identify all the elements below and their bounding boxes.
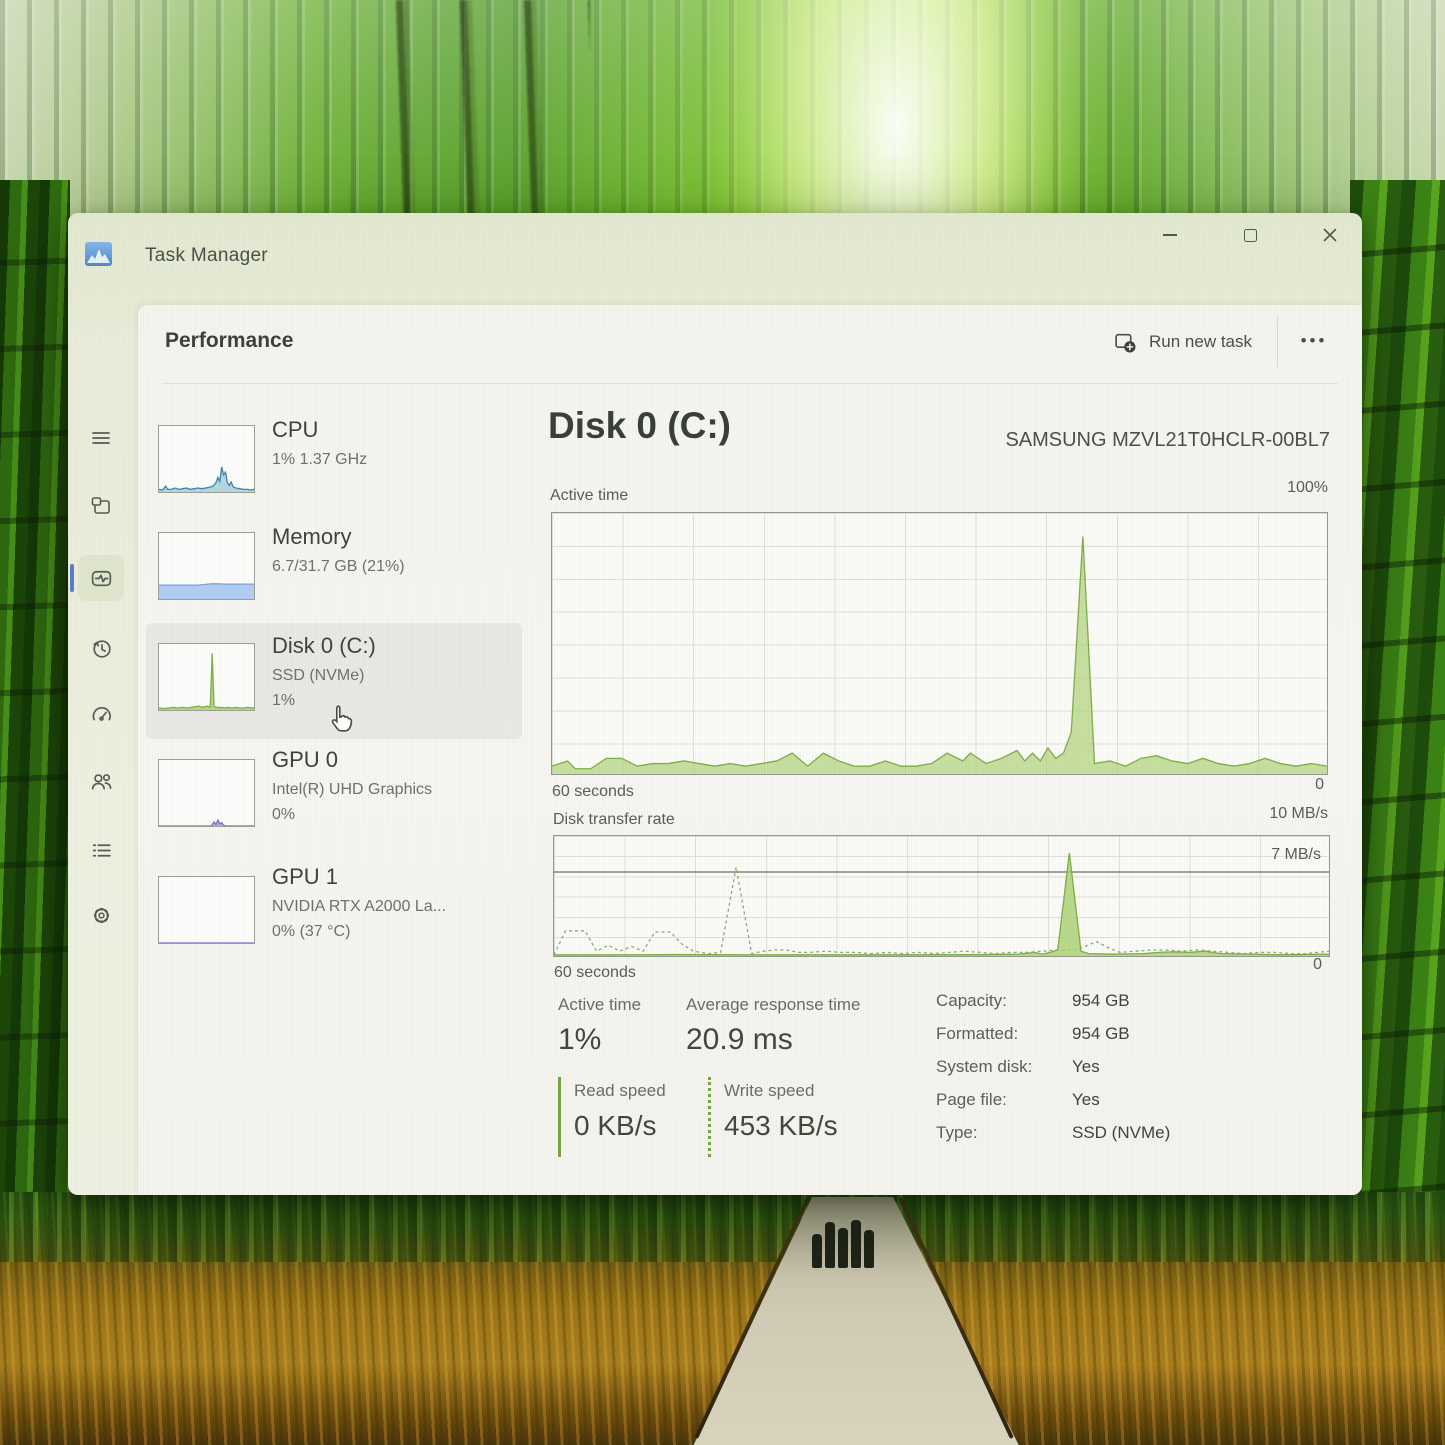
tile-title-gpu1: GPU 1	[272, 864, 446, 890]
write-speed-label: Write speed	[724, 1081, 848, 1101]
performance-icon	[89, 566, 114, 591]
sidebar-item-details[interactable]	[78, 827, 124, 873]
transfer-chart-label: Disk transfer rate	[553, 811, 675, 829]
tile-subtitle-memory: 6.7/31.7 GB (21%)	[272, 555, 405, 580]
active-x-right: 0	[1315, 776, 1324, 794]
tile-title-gpu0: GPU 0	[272, 747, 432, 773]
sidebar-item-processes[interactable]	[78, 483, 124, 529]
sidebar-item-app-history[interactable]	[78, 625, 124, 671]
details-icon	[89, 838, 114, 863]
page-title: Performance	[165, 329, 293, 353]
bamboo-right-strip	[1350, 180, 1445, 1270]
perf-tile-cpu[interactable]: CPU 1% 1.37 GHz	[146, 411, 522, 519]
sidebar-item-startup-apps[interactable]	[78, 692, 124, 738]
disk-transfer-rate-chart: 7 MB/s	[553, 835, 1330, 957]
active-time-stat-label: Active time	[558, 995, 641, 1015]
hand-cursor	[326, 703, 356, 735]
close-icon	[1322, 227, 1338, 243]
run-new-task-icon	[1113, 330, 1138, 355]
write-speed-value: 453 KB/s	[724, 1110, 848, 1142]
header-divider	[1277, 317, 1278, 367]
perf-tile-gpu1[interactable]: GPU 1 NVIDIA RTX A2000 La... 0% (37 °C)	[146, 858, 522, 966]
services-icon	[89, 903, 114, 928]
more-options-button[interactable]: •••	[1290, 321, 1338, 361]
minimize-icon	[1163, 234, 1177, 236]
transfer-ref-label: 7 MB/s	[1271, 846, 1321, 864]
sidebar-item-performance[interactable]	[78, 555, 124, 601]
task-manager-window: Task Manager	[68, 213, 1362, 1195]
processes-icon	[89, 494, 113, 518]
tile-title-disk0: Disk 0 (C:)	[272, 633, 376, 659]
active-time-chart-label: Active time	[550, 487, 628, 505]
task-manager-logo-icon	[85, 242, 112, 266]
tile-title-memory: Memory	[272, 524, 405, 550]
detail-row-type: Type:SSD (NVMe)	[936, 1123, 1170, 1156]
close-button[interactable]	[1300, 213, 1360, 257]
maximize-icon	[1244, 229, 1257, 242]
sidebar-item-users[interactable]	[78, 758, 124, 804]
sidebar-item-services[interactable]	[78, 892, 124, 938]
maximize-button[interactable]	[1220, 213, 1280, 257]
write-speed-block: Write speed 453 KB/s	[708, 1077, 848, 1157]
response-time-stat-label: Average response time	[686, 995, 861, 1015]
read-speed-label: Read speed	[574, 1081, 698, 1101]
transfer-scale-top: 10 MB/s	[1269, 805, 1328, 823]
active-x-left: 60 seconds	[552, 783, 634, 801]
menu-toggle-button[interactable]	[78, 415, 124, 461]
cpu-mini-chart	[158, 425, 255, 493]
active-time-scale-top: 100%	[1287, 479, 1328, 497]
tile-extra-gpu1: 0% (37 °C)	[272, 920, 446, 945]
tile-subtitle-gpu0: Intel(R) UHD Graphics	[272, 778, 432, 803]
menu-icon	[89, 426, 113, 450]
run-new-task-label: Run new task	[1149, 332, 1252, 352]
bamboo-left-strip	[0, 180, 70, 1270]
people-on-path	[812, 1212, 884, 1268]
app-history-icon	[89, 636, 114, 661]
active-time-stat-value: 1%	[558, 1023, 601, 1057]
tile-subtitle-disk0: SSD (NVMe)	[272, 664, 376, 689]
tile-title-cpu: CPU	[272, 417, 367, 443]
tile-extra-gpu0: 0%	[272, 803, 432, 828]
gpu0-mini-chart	[158, 759, 255, 827]
header-separator	[162, 383, 1338, 384]
transfer-x-left: 60 seconds	[554, 964, 636, 982]
run-new-task-button[interactable]: Run new task	[1113, 319, 1252, 365]
ellipsis-icon: •••	[1301, 331, 1328, 350]
detail-row-system-disk: System disk:Yes	[936, 1057, 1170, 1090]
response-time-stat-value: 20.9 ms	[686, 1023, 793, 1057]
minimize-button[interactable]	[1140, 213, 1200, 257]
read-speed-block: Read speed 0 KB/s	[558, 1077, 698, 1157]
titlebar: Task Manager	[68, 213, 1362, 305]
perf-tile-memory[interactable]: Memory 6.7/31.7 GB (21%)	[146, 518, 522, 626]
detail-row-page-file: Page file:Yes	[936, 1090, 1170, 1123]
active-time-chart	[551, 512, 1328, 775]
perf-tile-disk0-selected[interactable]: Disk 0 (C:) SSD (NVMe) 1%	[146, 623, 522, 739]
detail-row-formatted: Formatted:954 GB	[936, 1024, 1170, 1057]
startup-apps-icon	[89, 703, 114, 728]
detail-row-capacity: Capacity:954 GB	[936, 991, 1170, 1024]
disk-panel-title: Disk 0 (C:)	[548, 405, 731, 447]
users-icon	[89, 769, 114, 794]
content-card: Performance Run new task ••• CPU 1% 1.37…	[138, 305, 1362, 1195]
transfer-x-right: 0	[1313, 956, 1322, 974]
disk-mini-chart	[158, 643, 255, 711]
read-speed-value: 0 KB/s	[574, 1110, 698, 1142]
gpu1-mini-chart	[158, 876, 255, 944]
tile-subtitle-cpu: 1% 1.37 GHz	[272, 448, 367, 473]
disk-device-name: SAMSUNG MZVL21T0HCLR-00BL7	[1005, 429, 1330, 452]
selected-indicator-pill	[70, 564, 74, 592]
memory-mini-chart	[158, 532, 255, 600]
perf-tile-gpu0[interactable]: GPU 0 Intel(R) UHD Graphics 0%	[146, 741, 522, 849]
sidebar-nav	[68, 305, 138, 1195]
window-title: Task Manager	[145, 245, 268, 267]
tile-subtitle-gpu1: NVIDIA RTX A2000 La...	[272, 895, 446, 920]
disk-details-list: Capacity:954 GB Formatted:954 GB System …	[936, 991, 1170, 1156]
tile-extra-disk0: 1%	[272, 689, 376, 714]
